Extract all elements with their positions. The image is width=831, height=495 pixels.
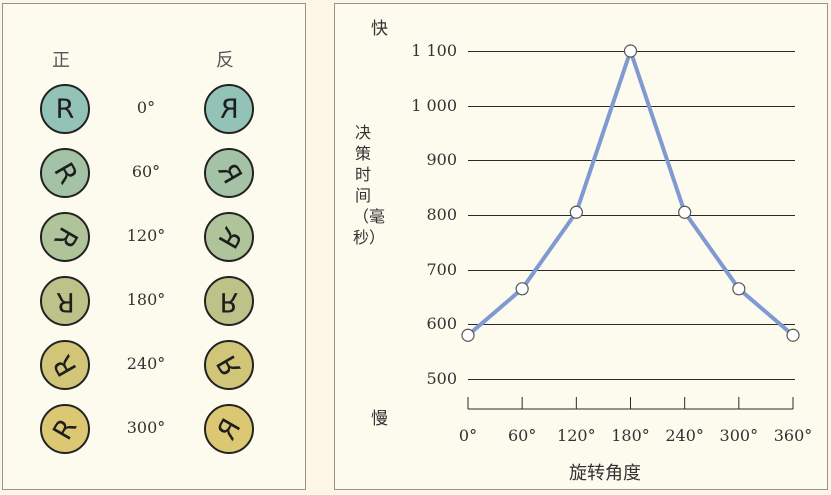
stimulus-letter: R [210, 221, 248, 253]
data-point [569, 205, 583, 219]
line-plot [461, 44, 800, 410]
normal-header: 正 [52, 50, 70, 71]
mirror-header: 反 [216, 50, 234, 71]
stimulus-mirror-180: R [204, 276, 254, 326]
stimulus-normal-180: R [40, 276, 90, 326]
stimulus-normal-60: R [40, 148, 90, 198]
series-line [466, 49, 795, 337]
stimulus-normal-240: R [40, 340, 90, 390]
data-point [786, 328, 800, 342]
angle-label-300: 300° [126, 418, 166, 437]
stimulus-letter: R [55, 285, 75, 317]
angle-label-120: 120° [126, 226, 166, 245]
data-point [461, 328, 475, 342]
stimulus-normal-120: R [40, 212, 90, 262]
stimulus-normal-0: R [40, 84, 90, 134]
data-point [623, 44, 638, 58]
stimulus-mirror-300: R [204, 404, 254, 454]
stimulus-mirror-240: R [204, 340, 254, 390]
stimulus-letter: R [210, 413, 248, 445]
stimulus-mirror-0: R [204, 84, 254, 134]
stimulus-normal-300: R [40, 404, 90, 454]
stimulus-letter: R [219, 93, 239, 125]
chart-panel: 快 慢 决策时间（毫秒） 旋转角度 500 600 700 800 900 1 000 1 … [334, 3, 828, 490]
data-point [732, 282, 746, 296]
stimulus-mirror-60: R [204, 148, 254, 198]
stimulus-letter: R [210, 157, 248, 189]
stimulus-letter: R [219, 285, 239, 317]
data-point [515, 282, 529, 296]
stimulus-letter: R [46, 221, 84, 253]
stimulus-letter: R [55, 93, 75, 125]
stimulus-mirror-120: R [204, 212, 254, 262]
stimulus-letter: R [46, 349, 84, 381]
stimulus-letter: R [46, 157, 84, 189]
stimuli-panel: 正 反 R R 0° R R 60° R R 120° R R 180° R R 240° R R 300° [2, 3, 306, 490]
data-point [678, 205, 692, 219]
angle-label-0: 0° [136, 98, 156, 117]
stimulus-letter: R [210, 349, 248, 381]
angle-label-240: 240° [126, 354, 166, 373]
angle-label-60: 60° [131, 162, 161, 181]
stimulus-letter: R [46, 413, 84, 445]
angle-label-180: 180° [126, 290, 166, 309]
